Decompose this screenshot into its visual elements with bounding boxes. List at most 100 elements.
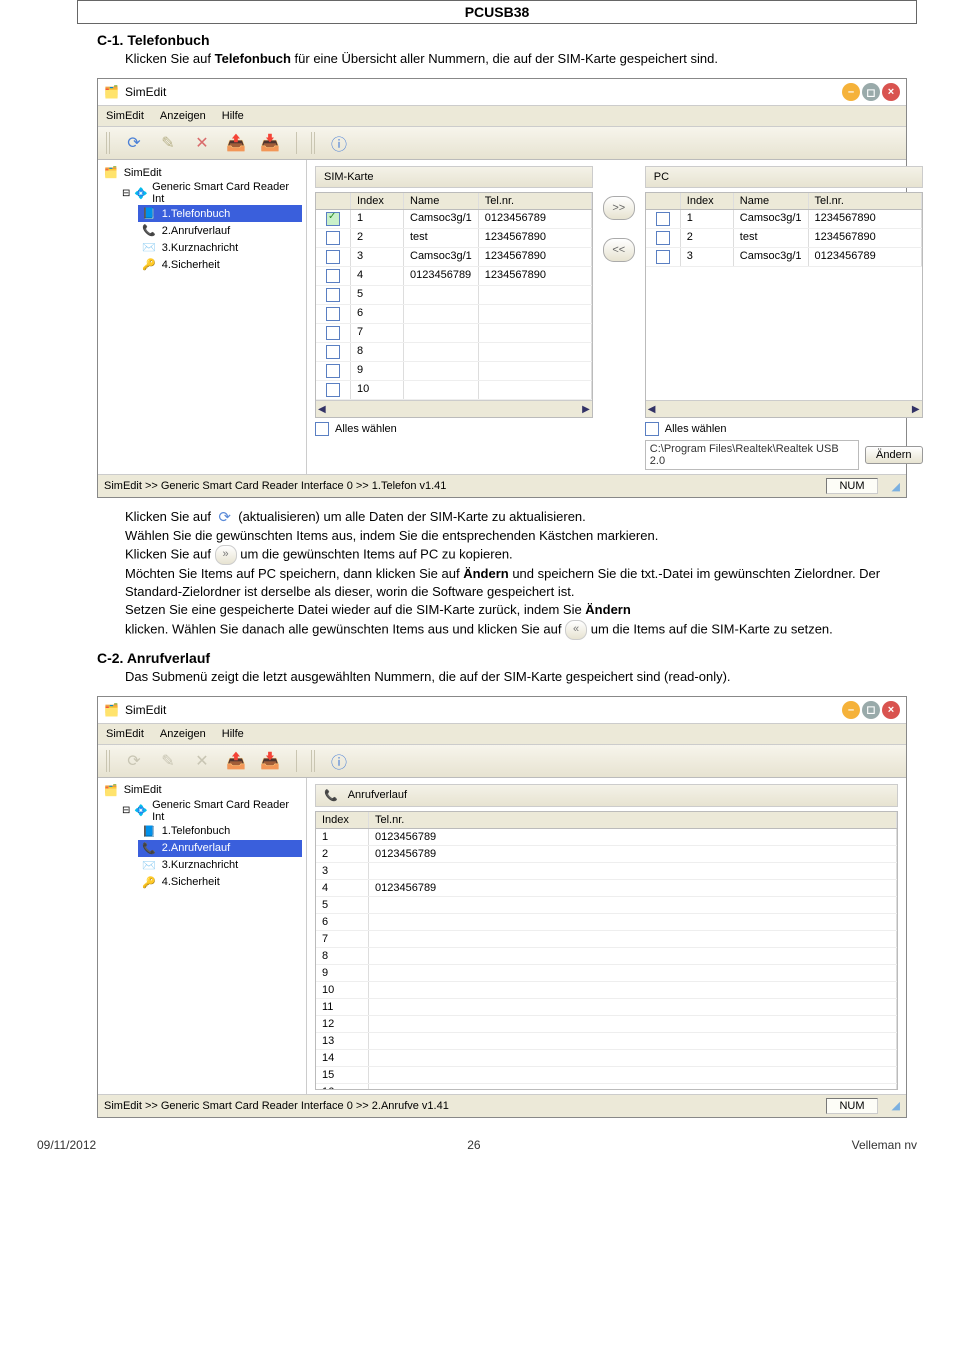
copy-to-pc-button[interactable]: >>: [603, 196, 635, 220]
menu-simedit[interactable]: SimEdit: [106, 728, 144, 740]
table-row[interactable]: 8: [316, 948, 897, 965]
tree-leaf-1telefonbuch[interactable]: 📘1.Telefonbuch: [138, 823, 302, 840]
table-row[interactable]: 3Camsoc3g/11234567890: [316, 248, 592, 267]
tree-leaf-1telefonbuch[interactable]: 📘1.Telefonbuch: [138, 205, 302, 222]
table-row[interactable]: 13: [316, 1033, 897, 1050]
info-icon[interactable]: ⓘ: [327, 749, 351, 773]
col-tel[interactable]: Tel.nr.: [479, 193, 592, 209]
menu-anzeigen[interactable]: Anzeigen: [160, 110, 206, 122]
table-row[interactable]: 9: [316, 965, 897, 982]
row-checkbox[interactable]: [656, 212, 670, 226]
tree-leaf-4sicherheit[interactable]: 🔑4.Sicherheit: [138, 256, 302, 273]
refresh-icon[interactable]: ⟳: [122, 131, 146, 155]
expand-icon[interactable]: ⊟: [122, 805, 130, 816]
table-row[interactable]: 6: [316, 914, 897, 931]
row-checkbox[interactable]: [656, 250, 670, 264]
menu-anzeigen[interactable]: Anzeigen: [160, 728, 206, 740]
tree-leaf-4sicherheit[interactable]: 🔑4.Sicherheit: [138, 874, 302, 891]
pc-path-field[interactable]: C:\Program Files\Realtek\Realtek USB 2.0: [645, 440, 859, 470]
import-icon[interactable]: 📥: [258, 131, 282, 155]
tree-root[interactable]: 🗂️ SimEdit: [102, 782, 302, 799]
delete-icon[interactable]: ✕: [190, 749, 214, 773]
tree-leaf-3kurznachricht[interactable]: ✉️3.Kurznachricht: [138, 857, 302, 874]
h-scrollbar[interactable]: ◀▶: [646, 400, 922, 417]
table-row[interactable]: 8: [316, 343, 592, 362]
row-checkbox[interactable]: [656, 231, 670, 245]
table-row[interactable]: 7: [316, 931, 897, 948]
table-row[interactable]: 15: [316, 1067, 897, 1084]
col-index[interactable]: Index: [351, 193, 404, 209]
table-row[interactable]: 5: [316, 286, 592, 305]
table-row[interactable]: 7: [316, 324, 592, 343]
minimize-button[interactable]: –: [842, 701, 860, 719]
col-name[interactable]: Name: [734, 193, 809, 209]
col-tel[interactable]: Tel.nr.: [809, 193, 922, 209]
row-checkbox[interactable]: [326, 250, 340, 264]
export-icon[interactable]: 📤: [224, 131, 248, 155]
h-scrollbar[interactable]: ◀▶: [316, 400, 592, 417]
tree-leaf-2anrufverlauf[interactable]: 📞2.Anrufverlauf: [138, 840, 302, 857]
col-tel[interactable]: Tel.nr.: [369, 812, 897, 828]
edit-icon[interactable]: ✎: [156, 131, 180, 155]
row-checkbox[interactable]: [326, 364, 340, 378]
import-icon[interactable]: 📥: [258, 749, 282, 773]
table-row[interactable]: 10: [316, 982, 897, 999]
row-checkbox[interactable]: [326, 269, 340, 283]
edit-icon[interactable]: ✎: [156, 749, 180, 773]
table-row[interactable]: 401234567891234567890: [316, 267, 592, 286]
table-row[interactable]: 1Camsoc3g/10123456789: [316, 210, 592, 229]
minimize-button[interactable]: –: [842, 83, 860, 101]
table-row[interactable]: 14: [316, 1050, 897, 1067]
module-icon: 🔑: [142, 876, 156, 889]
maximize-button[interactable]: ◻: [862, 83, 880, 101]
close-button[interactable]: ×: [882, 701, 900, 719]
table-row[interactable]: 40123456789: [316, 880, 897, 897]
tree-leaf-2anrufverlauf[interactable]: 📞2.Anrufverlauf: [138, 222, 302, 239]
resize-grip-icon[interactable]: ◢: [892, 1099, 900, 1112]
table-row[interactable]: 1Camsoc3g/11234567890: [646, 210, 922, 229]
col-index[interactable]: Index: [681, 193, 734, 209]
simedit-window-phonebook: 🗂️ SimEdit – ◻ × SimEdit Anzeigen Hilfe …: [97, 78, 907, 498]
close-button[interactable]: ×: [882, 83, 900, 101]
resize-grip-icon[interactable]: ◢: [892, 480, 900, 493]
table-row[interactable]: 9: [316, 362, 592, 381]
table-row[interactable]: 12: [316, 1016, 897, 1033]
menu-hilfe[interactable]: Hilfe: [222, 728, 244, 740]
table-row[interactable]: 6: [316, 305, 592, 324]
info-icon[interactable]: ⓘ: [327, 131, 351, 155]
row-checkbox[interactable]: [326, 231, 340, 245]
table-row[interactable]: 10123456789: [316, 829, 897, 846]
row-checkbox[interactable]: [326, 345, 340, 359]
tree-leaf-3kurznachricht[interactable]: ✉️3.Kurznachricht: [138, 239, 302, 256]
expand-icon[interactable]: ⊟: [122, 188, 130, 199]
tree-reader[interactable]: ⊟ 💠 Generic Smart Card Reader Int: [122, 181, 302, 205]
menu-hilfe[interactable]: Hilfe: [222, 110, 244, 122]
select-all-checkbox[interactable]: [645, 422, 659, 436]
select-all-checkbox[interactable]: [315, 422, 329, 436]
tree-reader[interactable]: ⊟ 💠 Generic Smart Card Reader Int: [122, 799, 302, 823]
table-row[interactable]: 2test1234567890: [316, 229, 592, 248]
table-row[interactable]: 3Camsoc3g/10123456789: [646, 248, 922, 267]
col-index[interactable]: Index: [316, 812, 369, 828]
change-path-button[interactable]: Ändern: [865, 446, 922, 464]
row-checkbox[interactable]: [326, 326, 340, 340]
table-row[interactable]: 16: [316, 1084, 897, 1089]
maximize-button[interactable]: ◻: [862, 701, 880, 719]
copy-to-sim-button[interactable]: <<: [603, 238, 635, 262]
table-row[interactable]: 2test1234567890: [646, 229, 922, 248]
tree-root[interactable]: 🗂️ SimEdit: [102, 164, 302, 181]
row-checkbox[interactable]: [326, 307, 340, 321]
export-icon[interactable]: 📤: [224, 749, 248, 773]
row-checkbox[interactable]: [326, 288, 340, 302]
table-row[interactable]: 5: [316, 897, 897, 914]
table-row[interactable]: 3: [316, 863, 897, 880]
table-row[interactable]: 11: [316, 999, 897, 1016]
delete-icon[interactable]: ✕: [190, 131, 214, 155]
menu-simedit[interactable]: SimEdit: [106, 110, 144, 122]
table-row[interactable]: 10: [316, 381, 592, 400]
row-checkbox[interactable]: [326, 383, 340, 397]
table-row[interactable]: 20123456789: [316, 846, 897, 863]
col-name[interactable]: Name: [404, 193, 479, 209]
refresh-icon[interactable]: ⟳: [122, 749, 146, 773]
row-checkbox[interactable]: [326, 212, 340, 226]
